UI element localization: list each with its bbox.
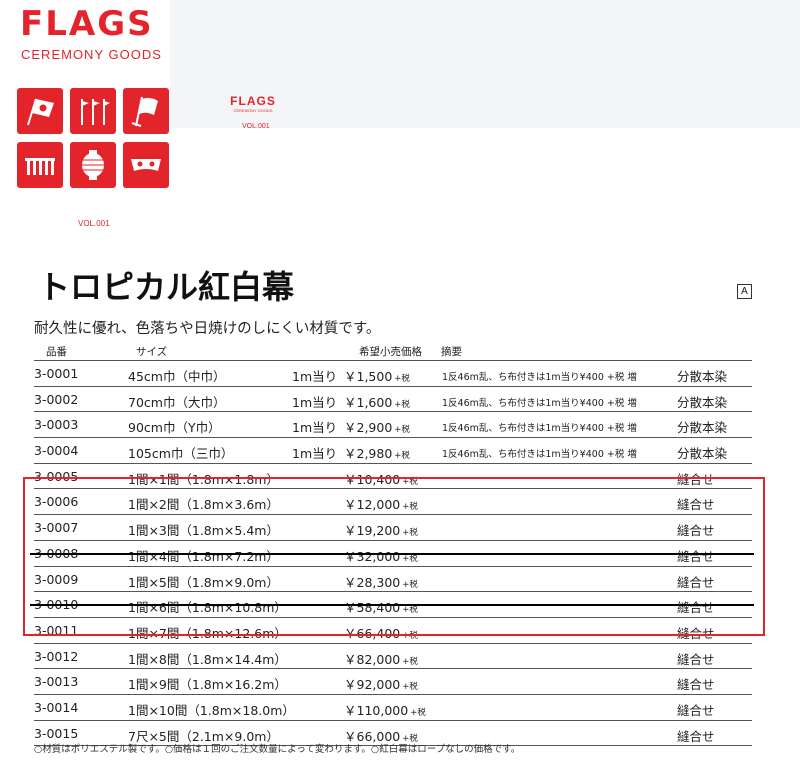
- size-cell: 1間×9間（1.8m×16.2m）: [128, 677, 287, 693]
- tax-label: +税: [402, 682, 418, 693]
- product-code-cell: 3-0015: [34, 725, 79, 741]
- category-icon-grid: [17, 88, 172, 188]
- mini-brand-logo: FLAGS CEREMONY GOODS: [228, 94, 278, 113]
- table-row: 3-0002 70cm巾（大巾） 1m当り 1反46m乱、ち布付きは1m当り¥400 …: [34, 385, 752, 412]
- price-cell: ￥82,000 +税: [344, 649, 418, 668]
- method-cell: 分散本染: [677, 394, 728, 410]
- brand-logo-text: FLAGS: [20, 4, 154, 44]
- price-cell: ￥1,600 +税: [344, 392, 410, 411]
- product-code-cell: 3-0014: [34, 699, 79, 715]
- method-cell: 縫合せ: [677, 677, 715, 693]
- tax-label: +税: [394, 399, 410, 410]
- product-code-cell: 3-0004: [34, 443, 79, 459]
- size-cell: 70cm巾（大巾）: [128, 394, 226, 410]
- product-code-cell: 3-0001: [34, 366, 79, 381]
- note-cell: 1反46m乱、ち布付きは1m当り¥400 +税 増: [442, 449, 637, 461]
- footer-notes: ○材質はポリエステル製です。○価格は１回のご注文数量によって変わります。○紅白幕…: [34, 744, 521, 755]
- tax-label: +税: [394, 425, 410, 436]
- method-cell: 分散本染: [677, 369, 728, 384]
- method-cell: 縫合せ: [677, 651, 715, 667]
- tax-label: +税: [394, 374, 410, 384]
- note-cell: 1反46m乱、ち布付きは1m当り¥400 +税 増: [442, 423, 637, 435]
- note-cell: 1反46m乱、ち布付きは1m当り¥400 +税 増: [442, 372, 637, 383]
- table-row: 3-0012 1間×8間（1.8m×14.4m） 縫合せ ￥82,000 +税: [34, 642, 752, 669]
- mini-brand-text: FLAGS: [230, 94, 276, 108]
- price-value: ￥82,000: [344, 651, 401, 667]
- note-cell: 1反46m乱、ち布付きは1m当り¥400 +税 増: [442, 397, 637, 409]
- price-value: ￥92,000: [344, 677, 401, 693]
- product-code-cell: 3-0003: [34, 417, 79, 433]
- size-cell: 1間×10間（1.8m×18.0m）: [128, 702, 295, 718]
- tax-label: +税: [394, 451, 410, 462]
- product-description: 耐久性に優れ、色落ちや日焼けのしにくい材質です。: [34, 321, 381, 337]
- method-cell: 分散本染: [677, 446, 728, 462]
- brand-tagline: CEREMONY GOODS: [21, 47, 162, 62]
- volume-label: VOL.001: [78, 219, 110, 228]
- price-cell: ￥1,500 +税: [344, 366, 410, 385]
- table-row: 3-0004 105cm巾（三巾） 1m当り 1反46m乱、ち布付きは1m当り¥400…: [34, 437, 752, 463]
- unit-cell: 1m当り: [292, 446, 338, 462]
- tax-label: +税: [410, 707, 426, 718]
- mini-volume-label: VOL.001: [242, 123, 270, 130]
- brand-panel: FLAGS CEREMONY GOODS VOL.001: [0, 0, 172, 228]
- eye-mask-icon: [123, 142, 169, 188]
- unit-cell: 1m当り: [292, 394, 338, 410]
- method-cell: 縫合せ: [677, 702, 715, 718]
- waving-flag-icon: [123, 88, 169, 134]
- table-row: 3-0001 45cm巾（中巾） 1m当り 1反46m乱、ち布付きは1m当り¥400 …: [34, 360, 752, 386]
- column-header-price: 希望小売価格: [359, 346, 422, 358]
- size-cell: 90cm巾（Y巾）: [128, 420, 221, 436]
- table-row: 3-0003 90cm巾（Y巾） 1m当り 1反46m乱、ち布付きは1m当り¥400 …: [34, 411, 752, 437]
- price-value: ￥110,000: [344, 702, 409, 718]
- unit-cell: 1m当り: [292, 369, 338, 384]
- method-cell: 分散本染: [677, 420, 728, 436]
- price-value: ￥2,980: [344, 446, 393, 462]
- unit-cell: 1m当り: [292, 420, 338, 436]
- price-value: ￥2,900: [344, 420, 393, 436]
- method-cell: 縫合せ: [677, 728, 715, 744]
- highlight-box: [23, 477, 765, 636]
- page-title: トロピカル紅白幕: [38, 268, 295, 306]
- section-badge: A: [737, 284, 752, 299]
- banner-flags-icon: [70, 88, 116, 134]
- product-code-cell: 3-0012: [34, 648, 79, 664]
- column-header-note: 摘要: [441, 346, 462, 358]
- tax-label: +税: [402, 656, 418, 667]
- price-value: ￥1,500: [344, 369, 393, 384]
- price-cell: ￥2,900 +税: [344, 417, 410, 436]
- column-header-size: サイズ: [136, 346, 168, 358]
- mini-brand-tagline: CEREMONY GOODS: [233, 108, 273, 113]
- table-row: 3-0014 1間×10間（1.8m×18.0m） 縫合せ ￥110,000 +税: [34, 693, 752, 720]
- size-cell: 45cm巾（中巾）: [128, 369, 226, 384]
- product-code-cell: 3-0013: [34, 674, 79, 690]
- price-cell: ￥2,980 +税: [344, 443, 410, 462]
- price-cell: ￥110,000 +税: [344, 700, 426, 719]
- lantern-icon: [70, 142, 116, 188]
- size-cell: 105cm巾（三巾）: [128, 446, 234, 462]
- size-cell: 1間×8間（1.8m×14.4m）: [128, 651, 287, 667]
- fence-icon: [17, 142, 63, 188]
- table-row: 3-0013 1間×9間（1.8m×16.2m） 縫合せ ￥92,000 +税: [34, 668, 752, 694]
- product-code-cell: 3-0002: [34, 391, 79, 407]
- price-cell: ￥92,000 +税: [344, 674, 418, 693]
- price-value: ￥1,600: [344, 394, 393, 410]
- flag-icon: [17, 88, 63, 134]
- column-header-code: 品番: [46, 346, 67, 358]
